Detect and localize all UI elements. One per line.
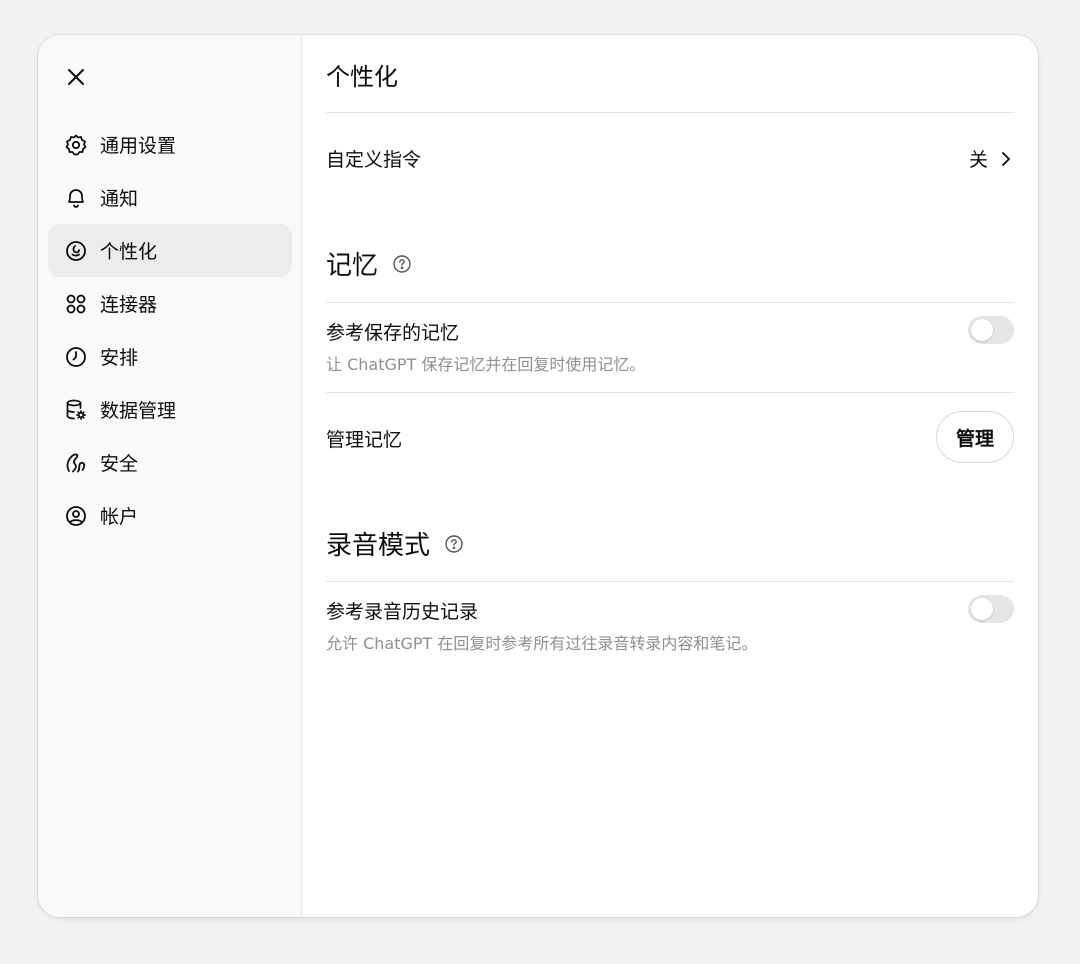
reference-saved-memories-title: 参考保存的记忆 xyxy=(326,322,460,344)
memory-section-title: 记忆 xyxy=(326,245,412,282)
sidebar-item-label: 通知 xyxy=(100,188,139,210)
sidebar-item-notifications[interactable]: 通知 xyxy=(48,171,292,224)
help-icon[interactable] xyxy=(444,534,464,554)
settings-modal: 通用设置 通知 个性化 连接器 安排 数据管理 安全 帐户 个性化 自定义指令 … xyxy=(38,35,1038,917)
sidebar-item-label: 连接器 xyxy=(100,294,158,316)
sidebar-nav: 通用设置 通知 个性化 连接器 安排 数据管理 安全 帐户 xyxy=(48,118,292,542)
toggle-knob xyxy=(971,598,993,620)
sidebar-item-security[interactable]: 安全 xyxy=(48,436,292,489)
manage-memories-button[interactable]: 管理 xyxy=(936,411,1014,463)
personalization-icon xyxy=(64,239,88,263)
recording-title: 录音模式 xyxy=(326,531,431,561)
page-title: 个性化 xyxy=(326,63,398,91)
custom-instructions-value: 关 xyxy=(968,149,988,171)
divider xyxy=(326,302,1014,303)
reference-recording-history-title: 参考录音历史记录 xyxy=(326,601,479,623)
sidebar-item-label: 帐户 xyxy=(100,506,139,528)
divider xyxy=(326,392,1014,393)
gear-icon xyxy=(64,133,88,157)
connectors-icon xyxy=(64,292,88,316)
chevron-right-icon xyxy=(1000,150,1012,168)
close-button[interactable] xyxy=(62,63,90,91)
reference-recording-history-toggle[interactable] xyxy=(968,595,1014,623)
custom-instructions-label: 自定义指令 xyxy=(326,149,422,171)
settings-content: 个性化 自定义指令 关 记忆 参考保存的记忆 让 ChatGPT 保存记忆并在回… xyxy=(302,35,1038,917)
divider xyxy=(326,581,1014,582)
memory-title: 记忆 xyxy=(326,251,379,281)
sidebar-item-account[interactable]: 帐户 xyxy=(48,489,292,542)
divider xyxy=(326,112,1014,113)
security-icon xyxy=(64,451,88,475)
reference-saved-memories-toggle[interactable] xyxy=(968,316,1014,344)
toggle-knob xyxy=(971,319,993,341)
sidebar-item-schedule[interactable]: 安排 xyxy=(48,330,292,383)
recording-section-title: 录音模式 xyxy=(326,525,464,562)
database-icon xyxy=(64,398,88,422)
clock-icon xyxy=(64,345,88,369)
sidebar: 通用设置 通知 个性化 连接器 安排 数据管理 安全 帐户 xyxy=(38,35,302,917)
sidebar-item-label: 安排 xyxy=(100,347,139,369)
sidebar-item-data-controls[interactable]: 数据管理 xyxy=(48,383,292,436)
sidebar-item-label: 数据管理 xyxy=(100,400,177,422)
sidebar-item-general[interactable]: 通用设置 xyxy=(48,118,292,171)
sidebar-item-connectors[interactable]: 连接器 xyxy=(48,277,292,330)
sidebar-item-label: 通用设置 xyxy=(100,135,177,157)
custom-instructions-button[interactable]: 关 xyxy=(969,145,1012,172)
sidebar-item-label: 安全 xyxy=(100,453,139,475)
sidebar-item-label: 个性化 xyxy=(100,241,158,263)
reference-recording-history-desc: 允许 ChatGPT 在回复时参考所有过往录音转录内容和笔记。 xyxy=(326,634,758,653)
account-icon xyxy=(64,504,88,528)
manage-memories-label: 管理记忆 xyxy=(326,429,403,451)
sidebar-item-personalization[interactable]: 个性化 xyxy=(48,224,292,277)
close-icon xyxy=(68,69,84,85)
help-icon[interactable] xyxy=(392,254,412,274)
reference-saved-memories-desc: 让 ChatGPT 保存记忆并在回复时使用记忆。 xyxy=(326,355,646,374)
bell-icon xyxy=(64,186,88,210)
